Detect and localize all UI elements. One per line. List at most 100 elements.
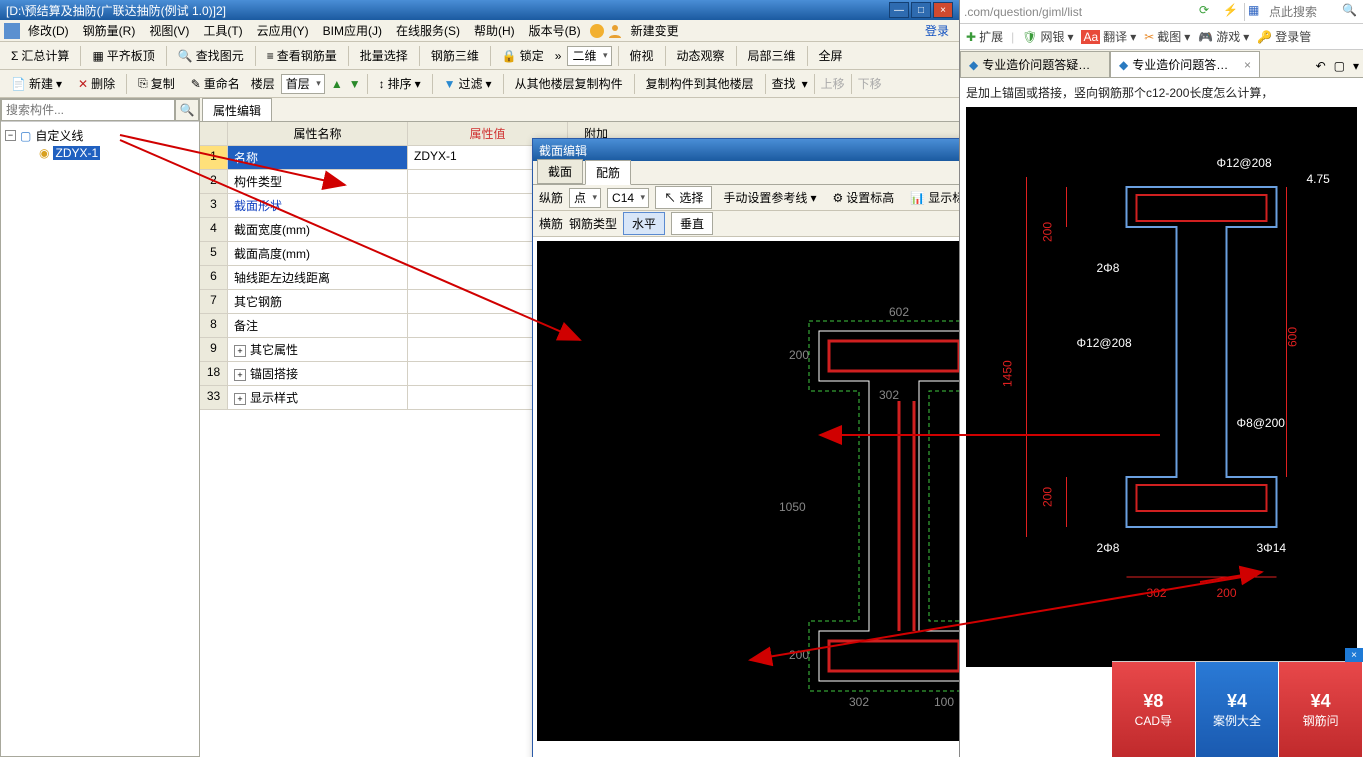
rebar-3d-button[interactable]: 钢筋三维: [426, 44, 484, 67]
find-elem-button[interactable]: 🔍查找图元: [173, 44, 249, 67]
select-button[interactable]: ↖ 选择: [655, 186, 712, 209]
horizontal-button[interactable]: 水平: [623, 212, 665, 235]
tab-close-icon[interactable]: ×: [1244, 58, 1251, 72]
collapse-icon[interactable]: −: [5, 130, 16, 141]
translate-button[interactable]: Aa翻译▾: [1081, 28, 1136, 45]
answer-canvas: Φ12@208 4.75 200 2Φ8 Φ12@208 600 1450 Φ8…: [966, 107, 1357, 667]
orbit-button[interactable]: 动态观察: [672, 44, 730, 67]
ad-close-button[interactable]: ×: [1345, 648, 1363, 662]
tab-section[interactable]: 截面: [537, 159, 583, 184]
cursor-icon: ↖: [664, 191, 676, 205]
manual-ref-button[interactable]: 手动设置参考线▾: [718, 186, 821, 209]
sort-button[interactable]: ↕排序▾: [374, 72, 426, 95]
browser-search-input[interactable]: [1269, 5, 1339, 19]
screenshot-button[interactable]: ✂截图▾: [1144, 28, 1190, 45]
copy-button[interactable]: ⎘复制: [133, 72, 180, 95]
menu-help[interactable]: 帮助(H): [468, 20, 521, 41]
tab-menu-icon[interactable]: ▾: [1349, 55, 1363, 77]
show-label-button[interactable]: 📊显示标注: [905, 186, 959, 209]
delete-button[interactable]: ✕删除: [73, 72, 120, 95]
menu-tools[interactable]: 工具(T): [197, 20, 248, 41]
rename-button[interactable]: ✎重命名: [186, 72, 245, 95]
expand-icon[interactable]: +: [234, 393, 246, 405]
ext-button[interactable]: ✚扩展: [966, 28, 1003, 45]
undo-tab-icon[interactable]: ↶: [1312, 55, 1330, 77]
section-canvas[interactable]: 全部纵筋 按截面: [537, 241, 959, 741]
new-button[interactable]: 📄新建▾: [6, 72, 67, 95]
batch-select-button[interactable]: 批量选择: [355, 44, 413, 67]
nav-up-icon[interactable]: ▲: [331, 77, 343, 91]
search-button[interactable]: 🔍: [175, 99, 199, 121]
menu-bim[interactable]: BIM应用(J): [317, 20, 388, 41]
search-input[interactable]: [1, 99, 175, 121]
login-link[interactable]: 登录: [919, 20, 955, 41]
top-view-button[interactable]: 俯视: [625, 44, 659, 67]
bank-button[interactable]: 🛡网银▾: [1022, 28, 1073, 45]
browser-tab-2[interactable]: ◆专业造价问题答疑平台×: [1110, 51, 1260, 77]
flush-slab-button[interactable]: ▦平齐板顶: [87, 44, 159, 67]
lock-button[interactable]: 🔒锁定: [497, 44, 549, 67]
size-combo[interactable]: C14: [607, 188, 649, 208]
fullscreen-button[interactable]: 全屏: [814, 44, 848, 67]
ad-card-3[interactable]: ¥4钢筋问: [1279, 662, 1363, 757]
nav-down-icon[interactable]: ▼: [349, 77, 361, 91]
menu-rebar[interactable]: 钢筋量(R): [77, 20, 142, 41]
menu-online[interactable]: 在线服务(S): [390, 20, 466, 41]
url-text[interactable]: .com/question/giml/list: [960, 5, 1196, 19]
copy-to-floor-button[interactable]: 复制构件到其他楼层: [641, 72, 759, 95]
menu-version[interactable]: 版本号(B): [523, 20, 587, 41]
local-3d-button[interactable]: 局部三维: [743, 44, 801, 67]
prop-name-cell[interactable]: 名称: [228, 146, 408, 169]
title-text: [D:\预结算及抽防(广联达抽防(例试 1.0)]2]: [6, 2, 226, 19]
more-icon[interactable]: »: [555, 49, 562, 63]
game-button[interactable]: 🎮游戏▾: [1198, 28, 1249, 45]
globe-icon[interactable]: [589, 23, 605, 39]
fav-icon: ◆: [969, 58, 978, 72]
set-height-button[interactable]: ⚙设置标高: [827, 186, 899, 209]
svg-text:Φ12@208: Φ12@208: [1077, 336, 1132, 350]
tab-rebar[interactable]: 配筋: [585, 160, 631, 185]
sum-calc-button[interactable]: Σ汇总计算: [6, 44, 74, 67]
section-shape-link[interactable]: 截面形状: [228, 194, 408, 217]
property-panel: 属性编辑 属性名称 属性值 附加 1名称ZDYX-1 2构件类型 3截面形状 4…: [200, 98, 959, 757]
menu-new-change[interactable]: 新建变更: [625, 20, 685, 41]
menu-cloud[interactable]: 云应用(Y): [251, 20, 315, 41]
floor-combo[interactable]: 首层: [281, 74, 325, 94]
menu-modify[interactable]: 修改(D): [22, 20, 75, 41]
move-down[interactable]: 下移: [858, 75, 882, 92]
flash-icon[interactable]: ⚡: [1223, 3, 1241, 21]
point-combo[interactable]: 点: [569, 188, 601, 208]
move-up[interactable]: 上移: [821, 75, 845, 92]
sigma-icon: Σ: [11, 49, 18, 63]
close-button[interactable]: ×: [933, 2, 953, 18]
tree-item-zdyx1[interactable]: ◉ ZDYX-1: [5, 145, 195, 161]
copy-from-floor-button[interactable]: 从其他楼层复制构件: [510, 72, 628, 95]
view-mode-combo[interactable]: 二维: [567, 46, 611, 66]
login-mgr-button[interactable]: 🔑登录管: [1257, 28, 1311, 45]
refresh-icon[interactable]: ⟳: [1199, 3, 1217, 21]
toolbar-1: Σ汇总计算 ▦平齐板顶 🔍查找图元 ≡查看钢筋量 批量选择 钢筋三维 🔒锁定 »…: [0, 42, 959, 70]
search-go-icon[interactable]: 🔍: [1342, 3, 1360, 21]
filter-button[interactable]: ▼过滤▾: [439, 72, 497, 95]
find-label[interactable]: 查找: [772, 75, 796, 92]
maximize-button[interactable]: □: [911, 2, 931, 18]
tree-panel: 🔍 − ▢ 自定义线 ◉ ZDYX-1: [0, 98, 200, 757]
tab-list-icon[interactable]: ▢: [1330, 55, 1349, 77]
browser-tab-1[interactable]: ◆专业造价问题答疑平台: [960, 51, 1110, 77]
tree-root[interactable]: − ▢ 自定义线: [5, 126, 195, 145]
grid-icon[interactable]: ▦: [1248, 3, 1266, 21]
expand-icon[interactable]: +: [234, 345, 246, 357]
ad-card-2[interactable]: ¥4案例大全: [1196, 662, 1280, 757]
vertical-button[interactable]: 垂直: [671, 212, 713, 235]
expand-icon[interactable]: +: [234, 369, 246, 381]
folder-icon: ▢: [20, 129, 31, 143]
svg-text:602: 602: [889, 305, 909, 319]
prop-tab[interactable]: 属性编辑: [202, 98, 272, 121]
view-rebar-button[interactable]: ≡查看钢筋量: [262, 44, 342, 67]
browser-panel: .com/question/giml/list ⟳ ⚡ ▦ 🔍 ✚扩展| 🛡网银…: [960, 0, 1363, 757]
ad-card-1[interactable]: ¥8CAD导: [1112, 662, 1196, 757]
user-icon[interactable]: [607, 23, 623, 39]
minimize-button[interactable]: —: [889, 2, 909, 18]
section-editor-dialog: 截面编辑 截面 配筋 纵筋 点 C14 ↖ 选择 手动设置参考线▾ ⚙设置标高 …: [532, 138, 959, 757]
menu-view[interactable]: 视图(V): [143, 20, 195, 41]
